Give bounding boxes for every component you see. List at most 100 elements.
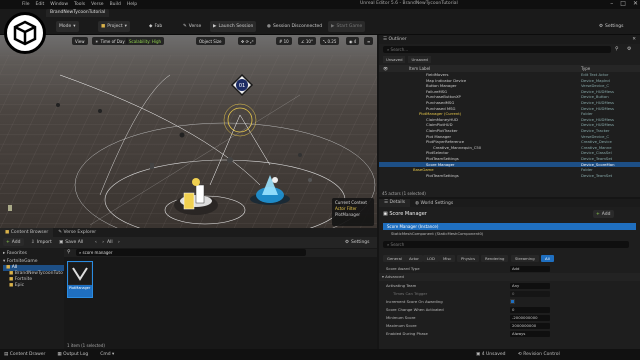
times-can-trigger-field[interactable]: 0 xyxy=(510,290,550,297)
asset-tile[interactable]: PlotManager xyxy=(67,261,93,298)
favorites-header[interactable]: ▸ Favorites xyxy=(3,251,64,257)
filter-icon[interactable]: ⚲ xyxy=(615,46,619,52)
filter-chip-unsaved[interactable]: Unsaved xyxy=(383,56,406,63)
outliner-search-input[interactable]: ⌕ Search... xyxy=(383,46,611,53)
revision-control-button[interactable]: ⟲ Revision Control xyxy=(518,352,560,357)
launch-session-button[interactable]: ▶ Launch Session xyxy=(210,21,257,32)
menu-verse[interactable]: Verse xyxy=(91,2,103,7)
viewport-scene: 01 xyxy=(0,55,377,228)
object-size-button[interactable]: Object Size xyxy=(196,37,225,45)
details-search-input[interactable]: ⌕ Search xyxy=(383,241,629,248)
angle-snap[interactable]: ∠ 10° xyxy=(298,37,316,45)
maximum-score-field[interactable]: 2000000000 xyxy=(510,322,550,329)
advanced-section[interactable]: ▾ Advanced xyxy=(379,273,640,281)
save-all-button[interactable]: ▣ Save All xyxy=(56,238,86,246)
tab-project[interactable]: BrandNewTycoonTutorial xyxy=(46,9,110,17)
cat-lod[interactable]: LOD xyxy=(423,255,439,262)
viewport-options[interactable]: ≡ xyxy=(364,37,374,45)
cmd-button[interactable]: Cmd ▾ xyxy=(100,352,114,357)
table-row[interactable]: PlotTeamSettings Device_TeamSet xyxy=(379,173,640,179)
tab-content-browser[interactable]: ■ Content Browser xyxy=(0,228,54,237)
increment-score-checkbox[interactable] xyxy=(510,299,515,305)
tree-item-epic[interactable]: ■ Epic xyxy=(3,283,64,289)
output-log-button[interactable]: ▦ Output Log xyxy=(57,352,88,357)
time-of-day-button[interactable]: ☀ Time of Day xyxy=(92,37,128,45)
outliner-icon: ☰ xyxy=(383,37,388,42)
enabled-phase-select[interactable]: Always xyxy=(510,330,550,337)
activating-team-select[interactable]: Any xyxy=(510,282,550,289)
scale-snap[interactable]: ⤡ 0.25 xyxy=(320,37,340,45)
search-icon: ⌕ xyxy=(79,250,82,255)
filter-chip-unsaved-2[interactable]: Unsaved xyxy=(408,56,431,63)
menu-help[interactable]: Help xyxy=(127,2,137,7)
folder-icon: ■ xyxy=(9,283,14,288)
session-status: ● Session Disconnected xyxy=(267,24,323,29)
settings-button[interactable]: ⚙ Settings xyxy=(596,21,627,32)
scale-icon: ⤢ xyxy=(250,38,254,44)
transform-tools[interactable]: ✥ ⟳ ⤢ xyxy=(238,37,257,45)
details-panel: ☰ Details ◍ World Settings ▣ Score Manag… xyxy=(379,199,640,349)
close-icon[interactable]: ✕ xyxy=(633,0,638,7)
column-type[interactable]: Type xyxy=(581,66,590,71)
scalability-button[interactable]: Scalability: High xyxy=(126,37,165,45)
cat-misc[interactable]: Misc xyxy=(439,255,456,262)
cat-streaming[interactable]: Streaming xyxy=(511,255,539,262)
unsaved-indicator[interactable]: ▣ 4 Unsaved xyxy=(476,352,506,357)
outliner-panel: ☰ Outliner ✕ ⌕ Search... ⚲ ⚙ Unsaved Unsa… xyxy=(379,35,640,197)
menu-window[interactable]: Window xyxy=(50,2,68,7)
fab-button[interactable]: ◆ Fab xyxy=(146,21,165,32)
cat-actor[interactable]: Actor xyxy=(405,255,423,262)
log-icon: ▦ xyxy=(57,352,62,357)
content-drawer-button[interactable]: ▤ Content Drawer xyxy=(4,352,45,357)
menu-edit[interactable]: Edit xyxy=(36,2,45,7)
camera-icon: ◉ xyxy=(349,38,353,44)
instance-row[interactable]: Score Manager (Instance) xyxy=(383,223,636,230)
path-breadcrumb[interactable]: All › xyxy=(104,238,123,246)
grid-snap[interactable]: # 10 xyxy=(276,37,292,45)
minimize-icon[interactable]: – xyxy=(610,0,613,7)
cat-all[interactable]: All xyxy=(541,255,554,262)
camera-speed[interactable]: ◉ 4 xyxy=(346,37,360,45)
cat-physics[interactable]: Physics xyxy=(457,255,480,262)
context-item[interactable]: PlotManager xyxy=(335,212,371,218)
perspective-button[interactable]: View xyxy=(72,37,88,45)
add-button[interactable]: + Add xyxy=(3,238,24,246)
score-award-type-select[interactable]: Add xyxy=(510,265,550,272)
menu-bar: File Edit Window Tools Verse Build Help … xyxy=(0,0,640,9)
tab-world-settings[interactable]: ◍ World Settings xyxy=(410,201,458,206)
maximize-icon[interactable]: □ xyxy=(620,0,626,7)
score-change-field[interactable]: 0 xyxy=(510,306,550,313)
prop-times-can-trigger: Times Can Trigger 0 xyxy=(379,290,640,298)
prop-increment-score: Increment Score On Awarding xyxy=(379,298,640,306)
asset-search-input[interactable]: ⌕ score manager xyxy=(76,249,306,256)
content-browser-sidebar: ▸ Favorites ▾ FortniteGame ■ All ■ Brand… xyxy=(0,248,64,349)
filter-icon[interactable]: ⚲ xyxy=(67,249,71,255)
details-add-button[interactable]: + Add xyxy=(593,210,614,218)
component-row[interactable]: StaticMeshComponent (StaticMeshComponent… xyxy=(383,231,483,236)
level-viewport[interactable]: 01 View ☀ Time of Day Scalability: High O… xyxy=(0,35,377,228)
close-icon[interactable]: ✕ xyxy=(632,37,636,42)
rotate-icon: ⟳ xyxy=(245,38,249,44)
start-game-button[interactable]: ▶ Start Game xyxy=(328,21,366,32)
tab-details[interactable]: ☰ Details xyxy=(379,199,411,207)
cat-general[interactable]: General xyxy=(383,255,406,262)
column-item-label[interactable]: Item Label xyxy=(409,66,430,71)
mode-button[interactable]: Mode ▾ xyxy=(56,21,79,32)
verse-button[interactable]: ✎ Verse xyxy=(180,21,204,32)
menu-build[interactable]: Build xyxy=(110,2,121,7)
menu-file[interactable]: File xyxy=(22,2,30,7)
cb-settings-button[interactable]: ⚙ Settings xyxy=(342,238,373,246)
project-button[interactable]: ■ Project ▾ xyxy=(98,21,130,32)
content-browser: + Add ⇩ Import ▣ Save All ‹ › All › ⚙ Settin… xyxy=(0,237,377,349)
cat-rendering[interactable]: Rendering xyxy=(481,255,509,262)
actor-name-field[interactable]: ▣ Score Manager xyxy=(383,211,427,217)
move-icon: ✥ xyxy=(241,38,245,44)
import-button[interactable]: ⇩ Import xyxy=(28,238,55,246)
menu-tools[interactable]: Tools xyxy=(74,2,85,7)
gear-icon[interactable]: ⚙ xyxy=(627,46,631,52)
minimum-score-field[interactable]: -2000000000 xyxy=(510,314,550,321)
prop-activating-team: Activating Team Any xyxy=(379,282,640,290)
revision-icon: ⟲ xyxy=(518,352,522,357)
tab-verse-explorer[interactable]: ✎ Verse Explorer xyxy=(53,230,101,235)
save-icon: ▣ xyxy=(476,352,481,357)
